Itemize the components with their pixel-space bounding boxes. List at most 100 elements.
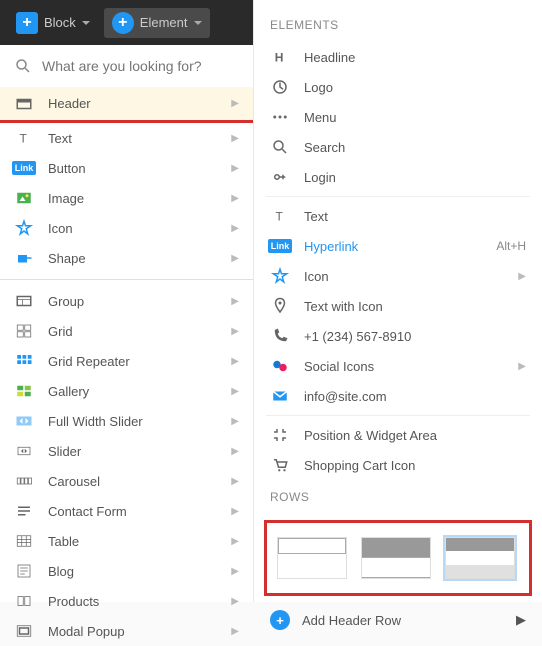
sidebar-item-group[interactable]: Group▶ [0, 286, 253, 316]
item-label: Grid [48, 324, 217, 339]
text-icon: T [14, 129, 34, 147]
element-item-email[interactable]: info@site.com [254, 381, 542, 411]
gallery-icon [14, 382, 34, 400]
item-label: Text with Icon [304, 299, 526, 314]
slider-icon [14, 442, 34, 460]
sidebar-item-modal-popup[interactable]: Modal Popup▶ [0, 616, 253, 646]
divider [0, 279, 253, 280]
block-menu-button[interactable]: + Block [8, 8, 98, 38]
chevron-right-icon: ▶ [231, 98, 239, 109]
element-item-logo[interactable]: Logo [254, 72, 542, 102]
sidebar-item-grid-repeater[interactable]: Grid Repeater▶ [0, 346, 253, 376]
element-item-menu[interactable]: Menu [254, 102, 542, 132]
item-label: Products [48, 594, 217, 609]
sidebar-item-full-width-slider[interactable]: Full Width Slider▶ [0, 406, 253, 436]
search-input[interactable] [42, 58, 239, 74]
row-layout-option-1[interactable] [277, 537, 347, 579]
text-icon: T [270, 207, 290, 225]
chevron-down-icon [194, 21, 202, 25]
sidebar-item-shape[interactable]: Shape▶ [0, 243, 253, 273]
headline-icon: H [270, 48, 290, 66]
chevron-down-icon [82, 21, 90, 25]
element-item-social-icons[interactable]: Social Icons▶ [254, 351, 542, 381]
section-title-elements: ELEMENTS [254, 8, 542, 42]
sidebar-item-header[interactable]: Header ▶ [0, 87, 253, 123]
chevron-right-icon: ▶ [231, 476, 239, 487]
item-label: info@site.com [304, 389, 526, 404]
plus-icon: + [112, 12, 134, 34]
item-label: Icon [304, 269, 504, 284]
element-item-shopping-cart[interactable]: Shopping Cart Icon [254, 450, 542, 480]
add-header-row[interactable]: + Add Header Row ▶ [254, 602, 542, 638]
shortcut-label: Alt+H [496, 239, 526, 253]
phone-icon [270, 327, 290, 345]
search-icon [14, 57, 32, 75]
chevron-right-icon: ▶ [231, 223, 239, 234]
sidebar-item-slider[interactable]: Slider ▶ [0, 436, 253, 466]
position-widget-icon [270, 426, 290, 444]
element-item-text-with-icon[interactable]: Text with Icon [254, 291, 542, 321]
add-row-label: Add Header Row [302, 613, 401, 628]
element-item-icon[interactable]: Icon ▶ [254, 261, 542, 291]
item-label: Contact Form [48, 504, 217, 519]
divider [266, 196, 530, 197]
grid-icon [14, 322, 34, 340]
item-label: Full Width Slider [48, 414, 217, 429]
chevron-right-icon: ▶ [231, 296, 239, 307]
element-item-hyperlink[interactable]: LinkHyperlinkAlt+H [254, 231, 542, 261]
svg-text:H: H [275, 51, 284, 65]
sidebar-item-products[interactable]: Products ▶ [0, 586, 253, 616]
chevron-right-icon: ▶ [231, 446, 239, 457]
chevron-right-icon: ▶ [231, 386, 239, 397]
row-layout-option-3[interactable] [445, 537, 515, 579]
section-title-rows: ROWS [254, 480, 542, 514]
right-panel: ELEMENTS HHeadlineLogoMenuSearchLogin TT… [253, 0, 542, 602]
element-item-headline[interactable]: HHeadline [254, 42, 542, 72]
element-item-phone[interactable]: +1 (234) 567-8910 [254, 321, 542, 351]
chevron-right-icon: ▶ [231, 506, 239, 517]
row-layout-option-2[interactable] [361, 537, 431, 579]
sidebar-item-grid[interactable]: Grid▶ [0, 316, 253, 346]
sidebar-item-image[interactable]: Image▶ [0, 183, 253, 213]
element-item-login[interactable]: Login [254, 162, 542, 192]
header-icon [14, 95, 34, 113]
item-label: Logo [304, 80, 526, 95]
modal-popup-icon [14, 622, 34, 640]
sidebar-item-button[interactable]: LinkButton▶ [0, 153, 253, 183]
menu-icon [270, 108, 290, 126]
chevron-right-icon: ▶ [516, 612, 526, 628]
icon-icon [14, 219, 34, 237]
item-label: Shopping Cart Icon [304, 458, 526, 473]
element-item-search[interactable]: Search [254, 132, 542, 162]
shape-icon [14, 249, 34, 267]
item-label: Text [304, 209, 526, 224]
sidebar-item-icon[interactable]: Icon▶ [0, 213, 253, 243]
item-label: Social Icons [304, 359, 504, 374]
chevron-right-icon: ▶ [518, 271, 526, 282]
item-label: Image [48, 191, 217, 206]
sidebar-item-text[interactable]: TText▶ [0, 123, 253, 153]
sidebar-item-contact-form[interactable]: Contact Form ▶ [0, 496, 253, 526]
sidebar-item-gallery[interactable]: Gallery▶ [0, 376, 253, 406]
logo-icon [270, 78, 290, 96]
element-item-position-widget[interactable]: Position & Widget Area [254, 420, 542, 450]
element-label: Element [140, 15, 188, 30]
element-menu-button[interactable]: + Element [104, 8, 210, 38]
block-label: Block [44, 15, 76, 30]
full-width-slider-icon [14, 412, 34, 430]
grid-repeater-icon [14, 352, 34, 370]
sidebar-item-blog[interactable]: Blog▶ [0, 556, 253, 586]
text-with-icon-icon [270, 297, 290, 315]
chevron-right-icon: ▶ [231, 596, 239, 607]
element-item-text[interactable]: T Text [254, 201, 542, 231]
item-label: Button [48, 161, 217, 176]
item-label: Shape [48, 251, 217, 266]
login-icon [270, 168, 290, 186]
image-icon [14, 189, 34, 207]
item-label: Modal Popup [48, 624, 217, 639]
item-label: Slider [48, 444, 217, 459]
email-icon [270, 387, 290, 405]
sidebar-item-carousel[interactable]: Carousel▶ [0, 466, 253, 496]
chevron-right-icon: ▶ [231, 536, 239, 547]
sidebar-item-table[interactable]: Table▶ [0, 526, 253, 556]
